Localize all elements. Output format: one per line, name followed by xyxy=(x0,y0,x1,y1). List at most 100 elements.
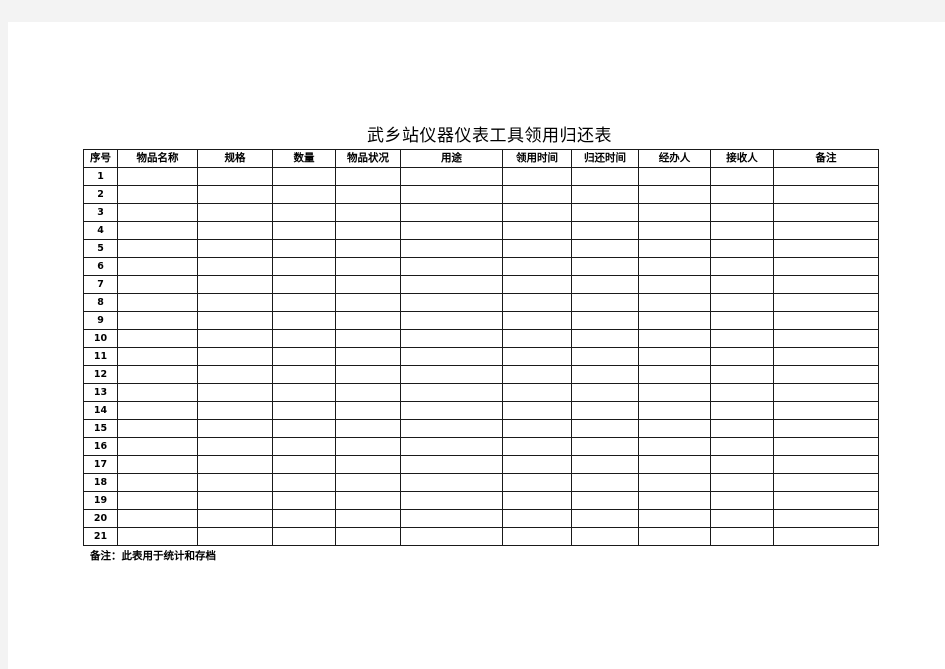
cell-spec[interactable] xyxy=(197,293,273,312)
cell-receiver[interactable] xyxy=(710,491,774,510)
cell-quantity[interactable] xyxy=(272,239,336,258)
cell-handler[interactable] xyxy=(638,419,711,438)
cell-receiver[interactable] xyxy=(710,257,774,276)
cell-borrow-time[interactable] xyxy=(502,383,572,402)
cell-spec[interactable] xyxy=(197,473,273,492)
cell-item-name[interactable] xyxy=(117,347,198,366)
cell-handler[interactable] xyxy=(638,185,711,204)
cell-remarks[interactable] xyxy=(773,185,879,204)
cell-item-name[interactable] xyxy=(117,329,198,348)
cell-spec[interactable] xyxy=(197,257,273,276)
cell-spec[interactable] xyxy=(197,203,273,222)
cell-handler[interactable] xyxy=(638,347,711,366)
cell-spec[interactable] xyxy=(197,455,273,474)
cell-spec[interactable] xyxy=(197,185,273,204)
cell-condition[interactable] xyxy=(335,329,401,348)
cell-return-time[interactable] xyxy=(571,167,639,186)
cell-purpose[interactable] xyxy=(400,167,503,186)
cell-item-name[interactable] xyxy=(117,473,198,492)
cell-handler[interactable] xyxy=(638,527,711,546)
cell-handler[interactable] xyxy=(638,203,711,222)
cell-purpose[interactable] xyxy=(400,491,503,510)
cell-condition[interactable] xyxy=(335,419,401,438)
cell-receiver[interactable] xyxy=(710,293,774,312)
cell-receiver[interactable] xyxy=(710,527,774,546)
cell-borrow-time[interactable] xyxy=(502,275,572,294)
cell-receiver[interactable] xyxy=(710,365,774,384)
cell-borrow-time[interactable] xyxy=(502,203,572,222)
cell-remarks[interactable] xyxy=(773,293,879,312)
cell-borrow-time[interactable] xyxy=(502,473,572,492)
cell-handler[interactable] xyxy=(638,221,711,240)
cell-quantity[interactable] xyxy=(272,275,336,294)
cell-remarks[interactable] xyxy=(773,347,879,366)
cell-return-time[interactable] xyxy=(571,329,639,348)
cell-spec[interactable] xyxy=(197,311,273,330)
cell-handler[interactable] xyxy=(638,401,711,420)
cell-receiver[interactable] xyxy=(710,167,774,186)
cell-handler[interactable] xyxy=(638,437,711,456)
cell-remarks[interactable] xyxy=(773,455,879,474)
cell-condition[interactable] xyxy=(335,167,401,186)
cell-return-time[interactable] xyxy=(571,419,639,438)
cell-quantity[interactable] xyxy=(272,491,336,510)
cell-borrow-time[interactable] xyxy=(502,401,572,420)
cell-return-time[interactable] xyxy=(571,203,639,222)
cell-item-name[interactable] xyxy=(117,257,198,276)
cell-condition[interactable] xyxy=(335,401,401,420)
cell-handler[interactable] xyxy=(638,257,711,276)
cell-purpose[interactable] xyxy=(400,455,503,474)
cell-item-name[interactable] xyxy=(117,293,198,312)
cell-handler[interactable] xyxy=(638,275,711,294)
cell-spec[interactable] xyxy=(197,491,273,510)
cell-quantity[interactable] xyxy=(272,293,336,312)
cell-condition[interactable] xyxy=(335,293,401,312)
cell-receiver[interactable] xyxy=(710,509,774,528)
cell-remarks[interactable] xyxy=(773,275,879,294)
cell-condition[interactable] xyxy=(335,347,401,366)
cell-receiver[interactable] xyxy=(710,239,774,258)
cell-quantity[interactable] xyxy=(272,203,336,222)
cell-purpose[interactable] xyxy=(400,437,503,456)
cell-return-time[interactable] xyxy=(571,293,639,312)
cell-quantity[interactable] xyxy=(272,473,336,492)
cell-condition[interactable] xyxy=(335,473,401,492)
cell-item-name[interactable] xyxy=(117,311,198,330)
cell-quantity[interactable] xyxy=(272,527,336,546)
cell-remarks[interactable] xyxy=(773,509,879,528)
cell-receiver[interactable] xyxy=(710,455,774,474)
cell-condition[interactable] xyxy=(335,509,401,528)
cell-remarks[interactable] xyxy=(773,401,879,420)
cell-handler[interactable] xyxy=(638,167,711,186)
cell-item-name[interactable] xyxy=(117,383,198,402)
cell-return-time[interactable] xyxy=(571,239,639,258)
cell-spec[interactable] xyxy=(197,419,273,438)
cell-spec[interactable] xyxy=(197,221,273,240)
cell-quantity[interactable] xyxy=(272,509,336,528)
cell-condition[interactable] xyxy=(335,257,401,276)
cell-remarks[interactable] xyxy=(773,257,879,276)
cell-item-name[interactable] xyxy=(117,203,198,222)
cell-remarks[interactable] xyxy=(773,383,879,402)
cell-borrow-time[interactable] xyxy=(502,311,572,330)
cell-purpose[interactable] xyxy=(400,383,503,402)
cell-spec[interactable] xyxy=(197,527,273,546)
cell-remarks[interactable] xyxy=(773,203,879,222)
cell-quantity[interactable] xyxy=(272,383,336,402)
cell-quantity[interactable] xyxy=(272,329,336,348)
cell-purpose[interactable] xyxy=(400,347,503,366)
cell-remarks[interactable] xyxy=(773,221,879,240)
cell-purpose[interactable] xyxy=(400,293,503,312)
cell-condition[interactable] xyxy=(335,203,401,222)
cell-purpose[interactable] xyxy=(400,329,503,348)
cell-return-time[interactable] xyxy=(571,383,639,402)
cell-purpose[interactable] xyxy=(400,419,503,438)
cell-receiver[interactable] xyxy=(710,347,774,366)
cell-condition[interactable] xyxy=(335,221,401,240)
cell-return-time[interactable] xyxy=(571,401,639,420)
cell-return-time[interactable] xyxy=(571,185,639,204)
cell-quantity[interactable] xyxy=(272,419,336,438)
cell-purpose[interactable] xyxy=(400,239,503,258)
cell-item-name[interactable] xyxy=(117,185,198,204)
cell-receiver[interactable] xyxy=(710,203,774,222)
